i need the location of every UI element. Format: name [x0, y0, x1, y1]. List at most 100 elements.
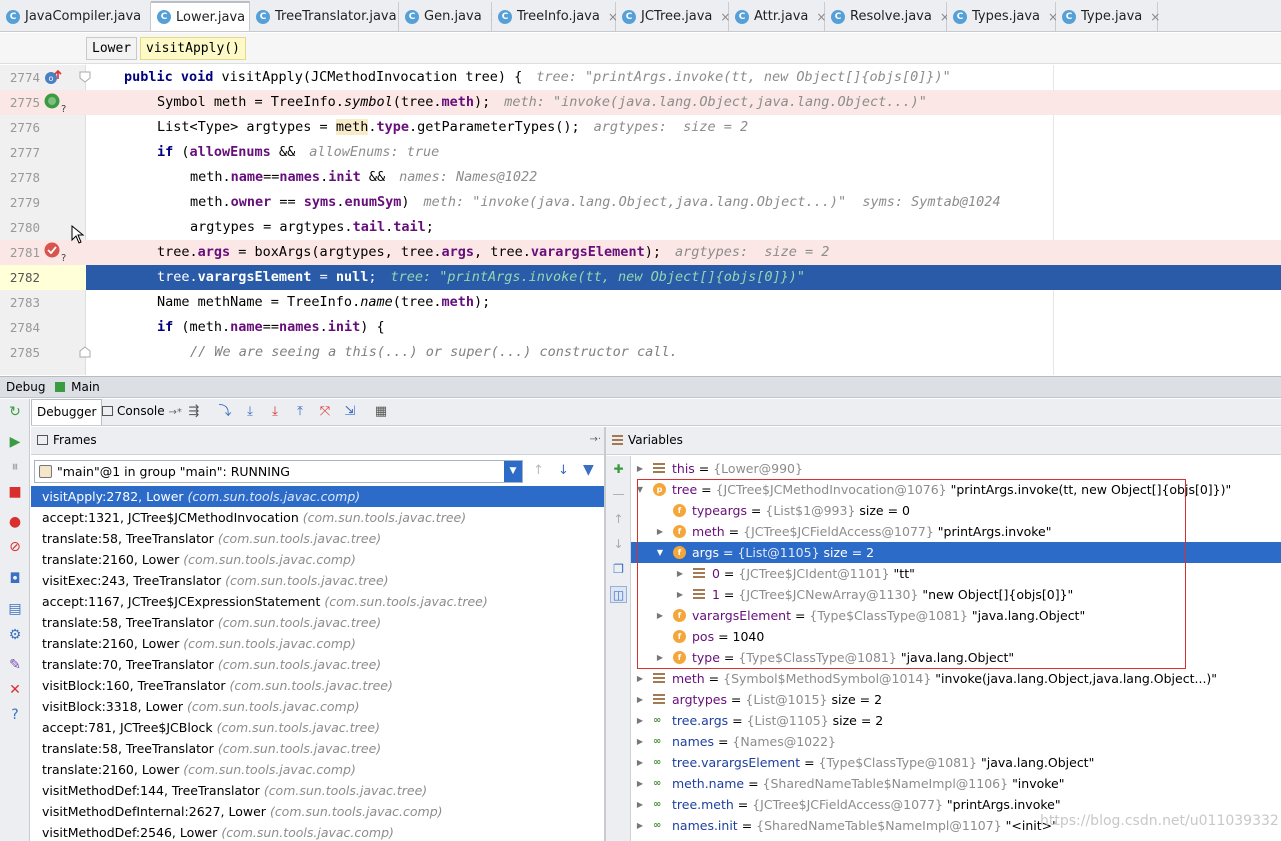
variables-tree[interactable]: ▶ this = {Lower@990} ▼ p tree = {JCTree$JCM…	[631, 456, 1281, 841]
camera-icon[interactable]: ◘	[7, 571, 23, 587]
breakpoint-conditional-icon[interactable]: ?	[42, 241, 66, 263]
pause-icon[interactable]: ⏸	[7, 459, 23, 475]
tab-file[interactable]: CLower.java×	[151, 1, 263, 31]
chevron-down-icon[interactable]: ▼	[635, 479, 645, 500]
remove-watch-icon[interactable]: —	[610, 486, 627, 503]
variable-row[interactable]: ▶ f type = {Type$ClassType@1081} "java.lan…	[631, 647, 1281, 668]
fold-icon[interactable]	[79, 71, 91, 83]
chevron-right-icon[interactable]: ▶	[635, 668, 645, 689]
drop-frame-icon[interactable]: ⤧	[317, 404, 333, 420]
force-step-into-icon[interactable]: ⤓	[267, 404, 283, 420]
close-icon[interactable]: ✕	[7, 682, 23, 698]
code-line[interactable]: 2783 Name methName = TreeInfo.name(tree.m…	[0, 290, 1281, 315]
tab-debugger[interactable]: Debugger	[31, 399, 103, 425]
resume-icon[interactable]: ▶	[7, 434, 23, 450]
stack-frame[interactable]: visitExec:243, TreeTranslator (com.sun.t…	[31, 570, 604, 591]
copy-icon[interactable]: ❐	[610, 561, 627, 578]
tab-file[interactable]: C JCTree.java ×	[616, 2, 730, 31]
show-execution-point-icon[interactable]: ⇶	[186, 404, 202, 420]
stack-frame[interactable]: visitMethodDefInternal:2627, Lower (com.…	[31, 801, 604, 822]
filter-icon[interactable]: ▼	[583, 462, 594, 478]
chevron-right-icon[interactable]: ▶	[635, 710, 645, 731]
stack-frame[interactable]: translate:58, TreeTranslator (com.sun.to…	[31, 738, 604, 759]
thread-selector[interactable]: "main"@1 in group "main": RUNNING ▼	[34, 460, 523, 483]
breakpoint-check-icon[interactable]: ?	[42, 92, 66, 114]
breadcrumb-method[interactable]: visitApply()	[140, 37, 246, 60]
show-watches-icon[interactable]: ◫	[610, 586, 627, 603]
frames-list[interactable]: visitApply:2782, Lower (com.sun.tools.ja…	[31, 486, 604, 841]
variable-row[interactable]: ▶ ∞ tree.varargsElement = {Type$ClassType@…	[631, 752, 1281, 773]
pin-icon[interactable]: ✎	[7, 657, 23, 673]
stack-frame[interactable]: accept:1167, JCTree$JCExpressionStatemen…	[31, 591, 604, 612]
settings-icon[interactable]: ⚙	[7, 627, 23, 643]
stack-frame[interactable]: visitMethodDef:2546, Lower (com.sun.tool…	[31, 822, 604, 841]
view-breakpoints-icon[interactable]: ●	[7, 514, 23, 530]
chevron-right-icon[interactable]: ▶	[655, 647, 665, 668]
stack-frame[interactable]: translate:2160, Lower (com.sun.tools.jav…	[31, 759, 604, 780]
chevron-right-icon[interactable]: ▶	[635, 815, 645, 836]
code-line[interactable]: 2775 Symbol meth = TreeInfo.symbol(tree.m…	[0, 90, 1281, 115]
chevron-down-icon[interactable]: ▼	[655, 542, 665, 563]
stack-frame[interactable]: translate:58, TreeTranslator (com.sun.to…	[31, 612, 604, 633]
breadcrumb-class[interactable]: Lower	[86, 37, 138, 60]
tab-file[interactable]: C Resolve.java ×	[825, 2, 950, 31]
fold-icon[interactable]	[79, 346, 91, 358]
variable-row[interactable]: ▶ argtypes = {List@1015} size = 2	[631, 689, 1281, 710]
variable-row[interactable]: f pos = 1040	[631, 626, 1281, 647]
variable-row[interactable]: ▶ ∞ tree.meth = {JCTree$JCFieldAccess@1077…	[631, 794, 1281, 815]
code-line[interactable]: 2781 tree.args = boxArgs(argtypes, tree.a…	[0, 240, 1281, 265]
current-execution-line[interactable]: 2782 tree.varargsElement = null; tree: "pr…	[0, 265, 1281, 290]
run-to-cursor-icon[interactable]: ⇲	[342, 404, 358, 420]
stop-icon[interactable]: ■	[7, 484, 23, 500]
chevron-right-icon[interactable]: ▶	[675, 584, 685, 605]
chevron-right-icon[interactable]: ▶	[655, 605, 665, 626]
stack-frame[interactable]: visitBlock:3318, Lower (com.sun.tools.ja…	[31, 696, 604, 717]
chevron-down-icon[interactable]: ▼	[504, 461, 522, 482]
chevron-right-icon[interactable]: ▶	[635, 458, 645, 479]
code-line[interactable]: 2776 List<Type> argtypes = meth.type.getP…	[0, 115, 1281, 140]
close-icon[interactable]: ×	[1150, 10, 1160, 24]
tab-file[interactable]: C TreeInfo.java ×	[492, 2, 618, 31]
evaluate-expression-icon[interactable]: ▦	[373, 404, 389, 420]
stack-frame[interactable]: translate:58, TreeTranslator (com.sun.to…	[31, 528, 604, 549]
variable-row[interactable]: ▶ meth = {Symbol$MethodSymbol@1014} "invo…	[631, 668, 1281, 689]
stack-frame[interactable]: accept:1321, JCTree$JCMethodInvocation (…	[31, 507, 604, 528]
stack-frame[interactable]: visitBlock:160, TreeTranslator (com.sun.…	[31, 675, 604, 696]
stack-frame[interactable]: accept:781, JCTree$JCBlock (com.sun.tool…	[31, 717, 604, 738]
chevron-right-icon[interactable]: ▶	[635, 794, 645, 815]
stack-frame[interactable]: visitMethodDef:144, TreeTranslator (com.…	[31, 780, 604, 801]
move-up-icon[interactable]: ↑	[610, 511, 627, 528]
help-icon[interactable]: ?	[7, 707, 23, 723]
code-line[interactable]: 2779 meth.owner == syms.enumSym) meth: "in…	[0, 190, 1281, 215]
stack-frame[interactable]: translate:2160, Lower (com.sun.tools.jav…	[31, 549, 604, 570]
stack-frame[interactable]: translate:2160, Lower (com.sun.tools.jav…	[31, 633, 604, 654]
next-frame-icon[interactable]: ↓	[558, 463, 569, 478]
previous-frame-icon[interactable]: ↑	[533, 463, 544, 478]
variable-row[interactable]: ▶ 0 = {JCTree$JCIdent@1101} "tt"	[631, 563, 1281, 584]
step-into-icon[interactable]: ⤓	[242, 404, 258, 420]
variable-row[interactable]: ▼ p tree = {JCTree$JCMethodInvocation@1076…	[631, 479, 1281, 500]
step-out-icon[interactable]: ⤒	[292, 404, 308, 420]
variable-row[interactable]: ▼ f args = {List@1105} size = 2	[631, 542, 1281, 563]
code-line[interactable]: 2785 // We are seeing a this(...) or supe…	[0, 340, 1281, 365]
chevron-right-icon[interactable]: ▶	[675, 563, 685, 584]
layout-icon[interactable]: ▤	[7, 601, 23, 617]
tab-console[interactable]: Console →*	[99, 399, 187, 425]
variable-row[interactable]: ▶ this = {Lower@990}	[631, 458, 1281, 479]
mute-breakpoints-icon[interactable]: ⊘	[7, 539, 23, 555]
code-line[interactable]: 2774 public void visitApply(JCMethodInvoc…	[0, 65, 1281, 90]
new-watch-icon[interactable]: ✚	[610, 461, 627, 478]
code-line[interactable]: 2780 argtypes = argtypes.tail.tail;	[0, 215, 1281, 240]
tab-file[interactable]: CJavaCompiler.java×	[0, 2, 159, 31]
chevron-right-icon[interactable]: ▶	[635, 773, 645, 794]
tab-file[interactable]: C Type.java ×	[1056, 2, 1160, 31]
variable-row[interactable]: ▶ ∞ meth.name = {SharedNameTable$NameImpl@…	[631, 773, 1281, 794]
move-down-icon[interactable]: ↓	[610, 536, 627, 553]
variable-row[interactable]: f typeargs = {List$1@993} size = 0	[631, 500, 1281, 521]
chevron-right-icon[interactable]: ▶	[635, 752, 645, 773]
variable-row[interactable]: ▶ ∞ tree.args = {List@1105} size = 2	[631, 710, 1281, 731]
code-line[interactable]: 2778 meth.name==names.init && names: Names…	[0, 165, 1281, 190]
variable-row[interactable]: ▶ f varargsElement = {Type$ClassType@1081}…	[631, 605, 1281, 626]
tab-file[interactable]: CGen.java×	[399, 2, 500, 31]
stack-frame[interactable]: translate:70, TreeTranslator (com.sun.to…	[31, 654, 604, 675]
